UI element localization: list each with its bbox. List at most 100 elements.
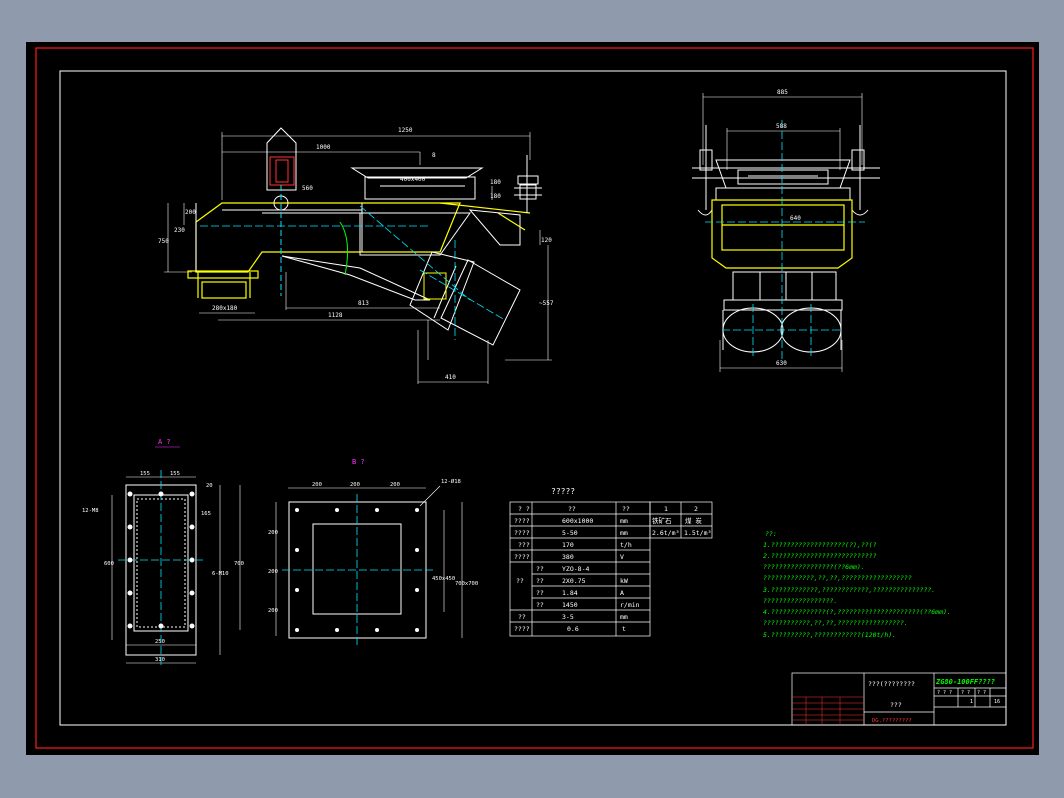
note-line-5: 3.????????????,????????????,????????????… bbox=[762, 586, 935, 594]
dim-885: 885 bbox=[777, 89, 788, 96]
a-hole-label: 12-M8 bbox=[82, 508, 99, 514]
b-dim-200d: 200 bbox=[268, 530, 278, 536]
a-dim-310: 310 bbox=[155, 657, 165, 663]
th-1: ? ? bbox=[518, 505, 530, 513]
row-10-value: 0.6 bbox=[567, 625, 579, 633]
tb-sheet: 1 bbox=[970, 699, 973, 705]
b-dim-700: 700x700 bbox=[455, 581, 478, 587]
dim-1128: 1128 bbox=[328, 312, 343, 319]
parameter-table: ????? ? ? ?? ?? 1 2 ???? 600x1000 mm ???… bbox=[509, 487, 713, 637]
a-dim-165: 165 bbox=[201, 511, 211, 517]
note-line-8: ????????????,??,??,?????????????????. bbox=[763, 619, 908, 627]
row-9-value: 3-5 bbox=[562, 613, 574, 621]
dim-630: 630 bbox=[776, 360, 787, 367]
row-9-label: ?? bbox=[518, 613, 526, 621]
section-a-label: A ? bbox=[158, 438, 171, 446]
row-1-unit: mm bbox=[620, 517, 628, 525]
th-2: ?? bbox=[568, 505, 576, 513]
note-line-3: ??????????????????(??6mm). bbox=[763, 563, 865, 571]
drawing-subname: ??? bbox=[890, 701, 902, 709]
motor-sub-4: ?? bbox=[536, 601, 544, 609]
note-line-9: 5.??????????,????????????(120t/h). bbox=[763, 631, 896, 639]
dim-8: 8 bbox=[432, 152, 436, 159]
row-2-label: ???? bbox=[514, 529, 530, 537]
section-b-label: B ? bbox=[352, 458, 365, 466]
row-2-unit: mm bbox=[620, 529, 628, 537]
motor-sub-3: ?? bbox=[536, 589, 544, 597]
note-line-7: 4.??????????????(?,?????????????????????… bbox=[763, 608, 951, 616]
table-title: ????? bbox=[551, 487, 575, 496]
dim-180b: 180 bbox=[490, 193, 501, 200]
b-dim-200c: 200 bbox=[390, 482, 400, 488]
row-2-value: 5-50 bbox=[562, 529, 578, 537]
section-b-view: B ? 200 200 200 12-Ø18 200 200 200 450x4… bbox=[268, 458, 478, 645]
note-line-2: 2.??????????????????????????? bbox=[763, 552, 877, 560]
row-4-value: 380 bbox=[562, 553, 574, 561]
th-5: 2 bbox=[694, 505, 698, 513]
b-dim-450: 450x450 bbox=[432, 576, 455, 582]
material-2-density: 1.5t/m³ bbox=[684, 529, 711, 537]
b-dim-200e: 200 bbox=[268, 569, 278, 575]
note-line-6: ??????????????????. bbox=[763, 597, 837, 605]
dim-640: 640 bbox=[790, 215, 801, 222]
row-1-label: ???? bbox=[514, 517, 530, 525]
dim-813: 813 bbox=[358, 300, 369, 307]
a-dim-20: 20 bbox=[206, 483, 213, 489]
dim-230: 230 bbox=[174, 227, 185, 234]
row-10-label: ???? bbox=[514, 625, 530, 633]
motor-sub-1: ?? bbox=[536, 565, 544, 573]
tb-small-3: ? ? bbox=[977, 690, 986, 696]
a-dim-700: 700 bbox=[234, 561, 244, 567]
note-line-4: ?????????????,??,??,?????????????????? bbox=[763, 574, 912, 582]
dim-200: 200 bbox=[185, 209, 196, 216]
row-3-label: ??? bbox=[518, 541, 530, 549]
material-1-density: 2.6t/m³ bbox=[652, 529, 679, 537]
dim-1250: 1250 bbox=[398, 127, 413, 134]
front-view: 885 588 640 630 bbox=[692, 89, 880, 372]
a-dim-6m10: 6-M10 bbox=[212, 571, 229, 577]
notes-heading: ??: bbox=[765, 530, 777, 538]
motor-sub-2: ?? bbox=[536, 577, 544, 585]
material-2-name: 煤 炭 bbox=[685, 516, 702, 525]
a-dim-600: 600 bbox=[104, 561, 114, 567]
title-block: ZG80-100FF???? ???(???????? ??? DG.?????… bbox=[791, 672, 1007, 726]
tb-small-1: ? ? ? bbox=[937, 690, 952, 696]
company-name: DG.????????? bbox=[872, 718, 912, 724]
row-3-value: 170 bbox=[562, 541, 574, 549]
row-6-unit: kW bbox=[620, 577, 628, 585]
row-3-unit: t/h bbox=[620, 541, 632, 549]
row-5-label: ?? bbox=[516, 577, 524, 585]
b-dim-200b: 200 bbox=[350, 482, 360, 488]
section-a-view: A ? 155 155 20 165 600 700 6-M10 250 310… bbox=[82, 438, 244, 668]
row-9-unit: mm bbox=[620, 613, 628, 621]
dim-560: 560 bbox=[302, 185, 313, 192]
b-hole-label: 12-Ø18 bbox=[441, 478, 461, 485]
a-dim-155b: 155 bbox=[170, 471, 180, 477]
outer-border bbox=[35, 47, 1034, 749]
dim-400: 400x400 bbox=[400, 176, 426, 183]
dim-120: 120 bbox=[541, 237, 552, 244]
dim-750: 750 bbox=[158, 238, 169, 245]
dim-1000: 1000 bbox=[316, 144, 331, 151]
th-4: 1 bbox=[664, 505, 668, 513]
row-7-value: 1.84 bbox=[562, 589, 578, 597]
th-3: ?? bbox=[622, 505, 630, 513]
tb-small-2: ? ? bbox=[961, 690, 970, 696]
technical-notes: ??: 1.???????????????????(?),??(? 2.????… bbox=[762, 530, 951, 639]
note-line-1: 1.???????????????????(?),??(? bbox=[763, 541, 877, 549]
row-6-value: 2X0.75 bbox=[562, 577, 586, 585]
row-4-label: ???? bbox=[514, 553, 530, 561]
dim-180a: 180 bbox=[490, 179, 501, 186]
row-8-value: 1450 bbox=[562, 601, 578, 609]
row-5-value: YZO-8-4 bbox=[562, 565, 589, 573]
row-7-unit: A bbox=[620, 589, 624, 597]
a-dim-155a: 155 bbox=[140, 471, 150, 477]
cad-canvas: 1250 1000 400x400 8 180 180 120 200 230 … bbox=[0, 0, 1064, 798]
dim-410: 410 bbox=[445, 374, 456, 381]
dim-557: ~557 bbox=[539, 300, 554, 307]
row-1-value: 600x1000 bbox=[562, 517, 593, 525]
product-name: ZG80-100FF???? bbox=[935, 678, 995, 686]
row-8-unit: r/min bbox=[620, 601, 640, 609]
dim-588: 588 bbox=[776, 123, 787, 130]
drawing-name: ???(???????? bbox=[868, 680, 915, 688]
